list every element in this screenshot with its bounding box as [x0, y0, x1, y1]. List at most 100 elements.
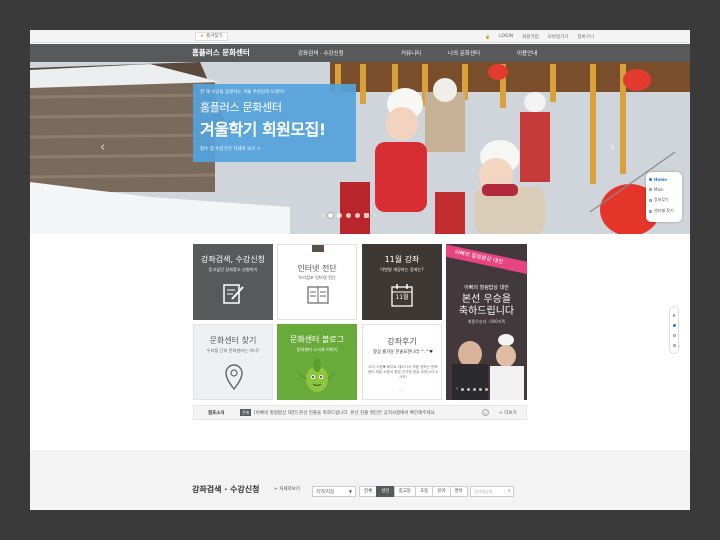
quick-nav-dot[interactable]	[672, 324, 676, 328]
main-menu: 강좌검색 · 수강신청 커뮤니티 나의 문화센터 이용안내	[298, 44, 537, 62]
calendar-label: 11월	[395, 294, 409, 301]
bookmark-label: 즐겨찾기	[206, 34, 223, 39]
page: ★ 즐겨찾기 🔒 LOGIN 회원가입 모바일기기 장바구니 홈플러스 문화센터 …	[30, 30, 690, 510]
hero-dot[interactable]	[346, 213, 352, 218]
pencil-note-icon	[223, 284, 244, 304]
filter-all[interactable]: 전체	[359, 486, 378, 497]
mobile-link[interactable]: 모바일기기	[548, 34, 569, 40]
hero-dot[interactable]	[328, 213, 334, 218]
filter-kids[interactable]: 유아	[432, 486, 451, 497]
region-select[interactable]: 지역/지점 ▼	[312, 486, 356, 497]
pager-dot[interactable]	[479, 387, 482, 391]
hero-banner: 한 해 소망을 응원하는 겨울 추천강좌 모였어! 홈플러스 문화센터 겨울학기…	[30, 62, 690, 234]
side-menu-item-course-find[interactable]: 강좌찾기	[649, 197, 679, 203]
login-link[interactable]: LOGIN	[499, 34, 513, 39]
pager-dot[interactable]	[485, 387, 488, 391]
pagination-next-icon[interactable]: ›	[373, 212, 375, 219]
top-links: 🔒 LOGIN 회원가입 모바일기기 장바구니	[485, 30, 594, 43]
promo-detail-link[interactable]: 접수 및 수강기간 자세히 보기 >	[200, 146, 349, 152]
tile-monthly-course[interactable]: 11월 강좌 이번달 개강하는 강좌는? 11월	[362, 244, 442, 320]
promo-title-line1: 홈플러스 문화센터	[200, 101, 282, 114]
tile-center-find[interactable]: 문화센터 찾기 우리집 근처 문화센터는 어디?	[193, 324, 273, 400]
hero-prev-arrow-icon[interactable]: ‹	[100, 140, 105, 155]
tile-event-banner[interactable]: 아빠의 힐링밥상 대전 아빠의 힐링밥상 대전 본선 우승을 축하드립니다 최종우…	[446, 244, 527, 400]
filter-infant[interactable]: 영아	[449, 486, 468, 497]
hero-illustration	[30, 62, 690, 234]
search-icon[interactable]: ⌕	[508, 488, 511, 494]
ticker-toggle-icon[interactable]: ○	[482, 409, 489, 416]
pager-next-icon[interactable]: ›	[491, 386, 493, 392]
event-line3: 최종우승자 : 000가족	[467, 319, 506, 324]
tile-course-search[interactable]: 강좌검색, 수강신청 듣고싶던 강좌찾고 신청하기	[193, 244, 273, 320]
review-headline: 항상 즐거운 한솥요한나라 ^.^♥	[373, 350, 433, 355]
store-news-ticker: 점포소식 전체 [아빠의 힐링밥상 대전] 본선 진출을 축하드립니다. 본선 …	[193, 405, 527, 420]
pager-dot[interactable]	[467, 387, 470, 391]
filter-adult[interactable]: 성인	[376, 486, 395, 497]
chevron-down-icon: ▼	[348, 489, 352, 494]
mascot-icon	[298, 358, 336, 392]
event-line2b: 축하드립니다	[458, 306, 515, 317]
pager-dot[interactable]	[461, 387, 464, 391]
pause-icon[interactable]	[364, 213, 370, 218]
pager-prev-icon[interactable]: ‹	[456, 386, 458, 392]
hero-dot[interactable]	[337, 213, 343, 218]
section-detail-link[interactable]: + 자세히보기	[274, 486, 300, 492]
ticker-label: 점포소식	[208, 411, 225, 416]
filter-teen[interactable]: 중고등	[393, 486, 416, 497]
pager-dot[interactable]	[473, 387, 476, 391]
tile-title: 문화센터 찾기	[209, 336, 257, 345]
event-pager: ‹ ›	[456, 386, 493, 392]
tile-course-review[interactable]: 강좌후기 항상 즐거운 한솥요한나라 ^.^♥ 우리 스탑♥ 화이트 데이나서 …	[362, 324, 442, 400]
event-line2a: 본선 우승을	[461, 294, 512, 305]
review-excerpt: 우리 스탑♥ 화이트 데이나서 처음 접하는 문화센터 제발 소중이 좋았 자극…	[367, 365, 439, 379]
up-arrow-icon[interactable]: ▲	[672, 313, 675, 317]
tile-title: 문화센터 블로그	[289, 335, 345, 344]
review-more: ...	[399, 387, 404, 393]
promo-title-line2: 겨울학기 회원모집!	[200, 120, 326, 139]
ticker-more-link[interactable]: + 더보기	[499, 410, 517, 416]
course-search-input[interactable]: 강좌명입력 ⌕	[469, 486, 514, 497]
side-menu-item-home[interactable]: Home	[649, 177, 679, 182]
section-title: 강좌검색 · 수강신청	[192, 485, 260, 494]
menu-item-guide[interactable]: 이용안내	[517, 49, 537, 57]
hero-dot[interactable]	[355, 213, 361, 218]
region-select-value: 지역/지점	[316, 490, 335, 495]
side-menu-item-main[interactable]: Main	[649, 187, 679, 192]
hero-pagination: ‹ ›	[322, 212, 376, 219]
tile-subtitle: 문화센터 소식과 이야기	[296, 347, 338, 352]
newspaper-icon	[307, 286, 329, 304]
menu-item-my-center[interactable]: 나의 문화센터	[448, 49, 517, 57]
hero-side-menu: Home Main 강좌찾기 센터별 찾기	[646, 172, 682, 222]
menu-item-course-search[interactable]: 강좌검색 · 수강신청	[298, 49, 401, 57]
menu-item-community[interactable]: 커뮤니티	[401, 49, 448, 57]
event-line2: 본선 우승을 축하드립니다	[446, 294, 527, 318]
tile-blog[interactable]: 문화센터 블로그 문화센터 소식과 이야기	[277, 324, 357, 400]
side-menu-item-center-find[interactable]: 센터별 찾기	[649, 208, 679, 214]
search-placeholder: 강좌명입력	[473, 489, 493, 494]
bullet-icon	[649, 198, 652, 202]
course-search-section: 강좌검색 · 수강신청 + 자세히보기 지역/지점 ▼ 전체 성인 중고등 초등 …	[30, 450, 690, 510]
tile-subtitle: 우리집 근처 문화센터는 어디?	[206, 348, 260, 353]
top-utility-bar: ★ 즐겨찾기 🔒 LOGIN 회원가입 모바일기기 장바구니	[30, 30, 690, 43]
filter-elementary[interactable]: 초등	[414, 486, 434, 497]
tile-internet-flyer[interactable]: 인터넷 전단 우리점포 인터넷 전단	[277, 244, 357, 320]
tile-subtitle: 우리점포 인터넷 전단	[298, 275, 336, 280]
tile-title: 11월 강좌	[384, 255, 420, 264]
bullet-icon	[649, 178, 652, 181]
map-pin-icon	[225, 364, 243, 391]
pagination-prev-icon[interactable]: ‹	[322, 212, 324, 219]
hero-next-arrow-icon[interactable]: ›	[610, 140, 615, 155]
tile-title: 강좌후기	[387, 337, 417, 346]
tile-subtitle: 듣고싶던 강좌찾고 신청하기	[208, 267, 258, 272]
filter-bar: 지역/지점 ▼ 전체 성인 중고등 초등 유아 영아 강좌명입력 ⌕	[312, 485, 514, 498]
bookmark-button[interactable]: ★ 즐겨찾기	[195, 32, 228, 41]
bullet-icon	[649, 188, 652, 191]
quick-nav-dot[interactable]	[672, 333, 676, 337]
cart-link[interactable]: 장바구니	[577, 34, 594, 40]
quick-nav-dot[interactable]	[672, 343, 676, 347]
right-quick-nav: ▲	[669, 306, 679, 354]
ticker-text[interactable]: [아빠의 힐링밥상 대전] 본선 진출을 축하드립니다. 본선 진출 명단은 공…	[254, 410, 484, 416]
join-link[interactable]: 회원가입	[522, 34, 539, 40]
site-logo[interactable]: 홈플러스 문화센터	[192, 44, 250, 62]
promo-box[interactable]: 한 해 소망을 응원하는 겨울 추천강좌 모였어! 홈플러스 문화센터 겨울학기…	[193, 84, 356, 162]
